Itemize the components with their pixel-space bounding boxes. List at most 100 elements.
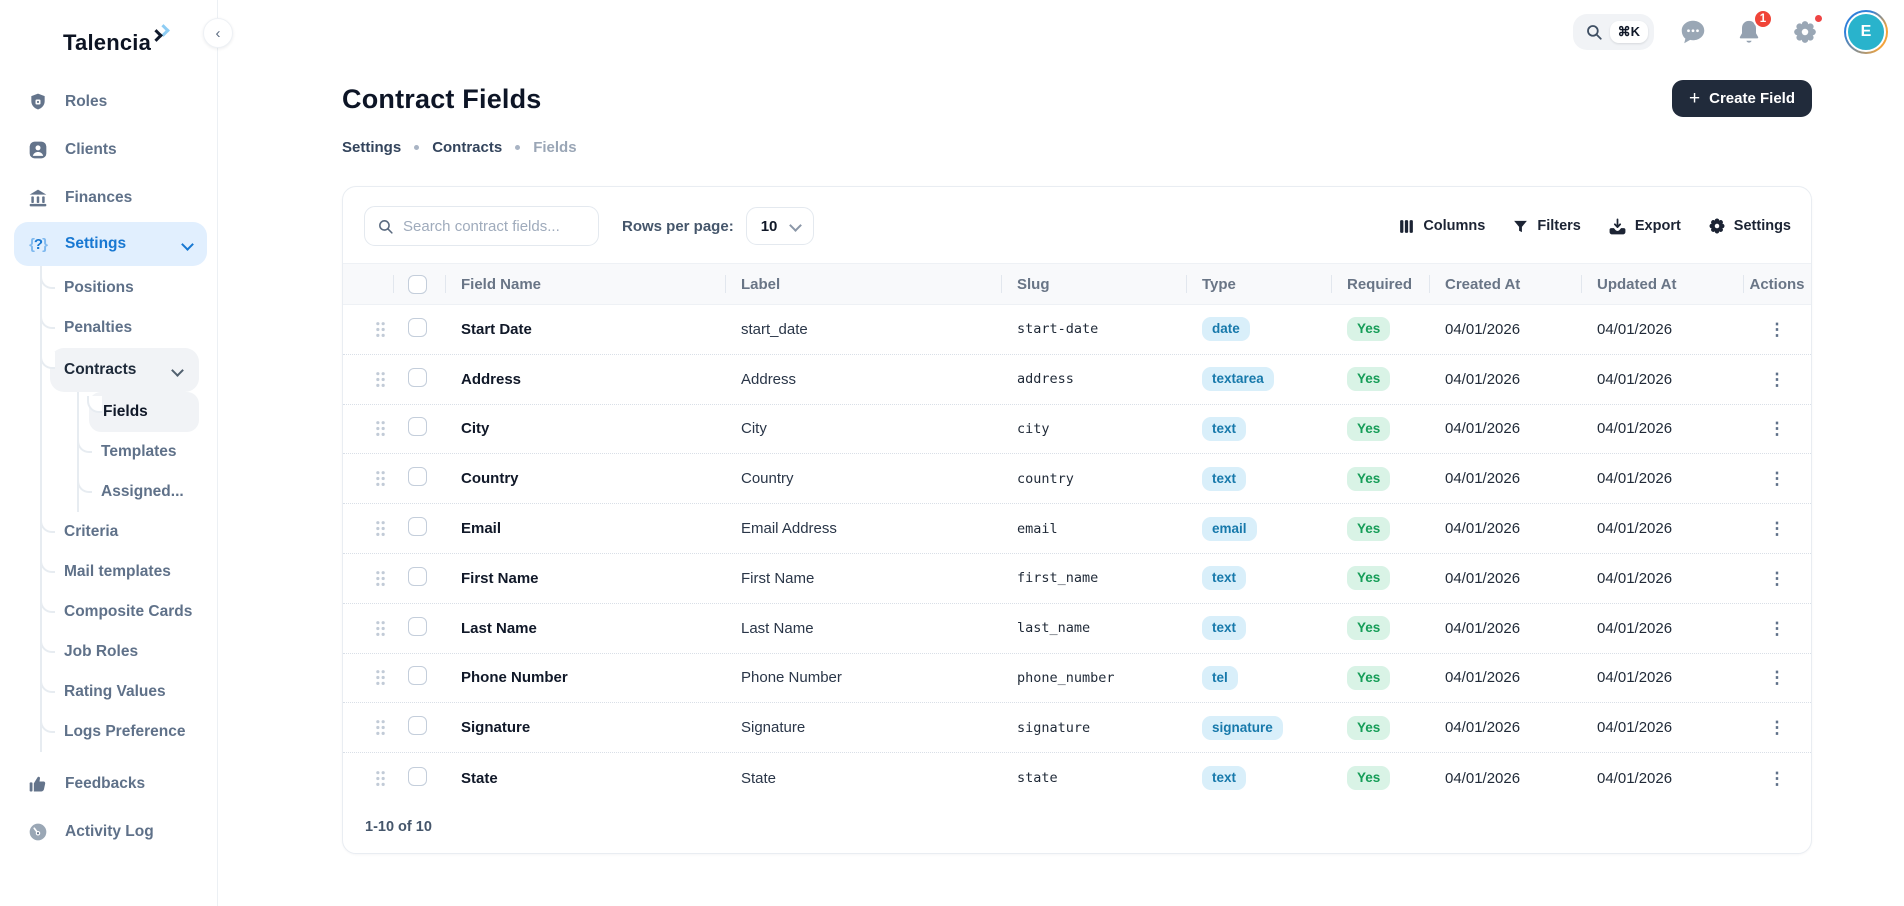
- column-header-label[interactable]: Label: [725, 264, 1001, 304]
- sidebar-item-feedbacks[interactable]: Feedbacks: [0, 760, 217, 808]
- row-select-cell: [393, 767, 445, 790]
- row-actions-button[interactable]: ⋮: [1743, 669, 1811, 686]
- sidebar-item-label: Activity Log: [65, 823, 154, 841]
- cell-field-name: State: [445, 770, 725, 787]
- column-header-updated-at[interactable]: Updated At: [1581, 264, 1743, 304]
- sidebar-item-positions[interactable]: Positions: [42, 268, 217, 308]
- breadcrumb-contracts[interactable]: Contracts: [432, 139, 502, 156]
- row-actions-button[interactable]: ⋮: [1743, 420, 1811, 437]
- sidebar-item-contracts[interactable]: Contracts: [50, 348, 199, 392]
- rows-per-page-select[interactable]: 10: [746, 207, 815, 245]
- cell-slug: first_name: [1001, 570, 1186, 586]
- sidebar-item-roles[interactable]: Roles: [0, 78, 217, 126]
- brand-logo-text: Talencia: [63, 30, 151, 55]
- search-input[interactable]: [403, 218, 586, 235]
- bank-icon: [28, 188, 48, 208]
- cell-type: tel: [1186, 666, 1331, 690]
- row-checkbox[interactable]: [408, 467, 427, 486]
- rows-per-page-label: Rows per page:: [622, 218, 734, 235]
- row-actions-button[interactable]: ⋮: [1743, 620, 1811, 637]
- table-settings-button[interactable]: Settings: [1708, 217, 1791, 235]
- sidebar-item-fields[interactable]: Fields: [89, 392, 199, 432]
- column-header-required[interactable]: Required: [1331, 264, 1429, 304]
- drag-handle[interactable]: [343, 420, 393, 437]
- row-checkbox[interactable]: [408, 767, 427, 786]
- sidebar-item-composite-cards[interactable]: Composite Cards: [42, 592, 217, 632]
- sidebar-collapse-button[interactable]: ‹: [203, 18, 233, 48]
- sidebar-item-finances[interactable]: Finances: [0, 174, 217, 222]
- cell-required: Yes: [1331, 517, 1429, 541]
- table-row: First Name First Name first_name text Ye…: [343, 554, 1811, 604]
- column-header-type[interactable]: Type: [1186, 264, 1331, 304]
- row-checkbox[interactable]: [408, 517, 427, 536]
- row-actions-button[interactable]: ⋮: [1743, 570, 1811, 587]
- type-badge: email: [1202, 517, 1257, 541]
- sidebar-item-templates[interactable]: Templates: [79, 432, 217, 472]
- cell-label: Signature: [725, 719, 1001, 736]
- thumbs-up-icon: [28, 774, 48, 794]
- row-actions-button[interactable]: ⋮: [1743, 371, 1811, 388]
- row-select-cell: [393, 467, 445, 490]
- sidebar-item-label: Rating Values: [64, 683, 166, 701]
- row-actions-button[interactable]: ⋮: [1743, 719, 1811, 736]
- row-checkbox[interactable]: [408, 666, 427, 685]
- row-checkbox[interactable]: [408, 567, 427, 586]
- drag-handle[interactable]: [343, 570, 393, 587]
- type-badge: textarea: [1202, 367, 1274, 391]
- drag-handle[interactable]: [343, 719, 393, 736]
- cell-type: text: [1186, 616, 1331, 640]
- drag-handle[interactable]: [343, 669, 393, 686]
- drag-handle[interactable]: [343, 620, 393, 637]
- row-actions-button[interactable]: ⋮: [1743, 520, 1811, 537]
- sidebar-item-mail-templates[interactable]: Mail templates: [42, 552, 217, 592]
- sidebar-item-logs-preference[interactable]: Logs Preference: [42, 712, 217, 752]
- cell-required: Yes: [1331, 417, 1429, 441]
- row-checkbox[interactable]: [408, 368, 427, 387]
- sidebar-item-criteria[interactable]: Criteria: [42, 512, 217, 552]
- row-actions-button[interactable]: ⋮: [1743, 470, 1811, 487]
- cell-type: date: [1186, 317, 1331, 341]
- column-header-field-name[interactable]: Field Name: [445, 264, 725, 304]
- sidebar-item-label: Settings: [65, 235, 126, 253]
- sidebar-item-label: Finances: [65, 189, 132, 207]
- sidebar-item-label: Contracts: [64, 361, 136, 379]
- row-actions-button[interactable]: ⋮: [1743, 321, 1811, 338]
- sidebar-item-activity-log[interactable]: Activity Log: [0, 808, 217, 856]
- sidebar-item-rating-values[interactable]: Rating Values: [42, 672, 217, 712]
- row-actions-button[interactable]: ⋮: [1743, 770, 1811, 787]
- sidebar-item-penalties[interactable]: Penalties: [42, 308, 217, 348]
- row-checkbox[interactable]: [408, 617, 427, 636]
- drag-handle[interactable]: [343, 470, 393, 487]
- drag-handle[interactable]: [343, 371, 393, 388]
- column-header-slug[interactable]: Slug: [1001, 264, 1186, 304]
- row-select-cell: [393, 417, 445, 440]
- cell-field-name: Start Date: [445, 321, 725, 338]
- cell-required: Yes: [1331, 666, 1429, 690]
- export-button[interactable]: Export: [1608, 217, 1681, 236]
- brand-logo[interactable]: Talencia: [0, 0, 217, 56]
- type-badge: text: [1202, 766, 1246, 790]
- type-badge: date: [1202, 317, 1250, 341]
- select-all-checkbox[interactable]: [408, 275, 427, 294]
- column-header-created-at[interactable]: Created At: [1429, 264, 1581, 304]
- filters-button[interactable]: Filters: [1512, 218, 1581, 235]
- sidebar-item-assigned[interactable]: Assigned...: [79, 472, 217, 512]
- drag-handle[interactable]: [343, 321, 393, 338]
- export-label: Export: [1635, 218, 1681, 234]
- columns-button[interactable]: Columns: [1398, 218, 1485, 235]
- cell-slug: signature: [1001, 720, 1186, 736]
- sidebar-item-job-roles[interactable]: Job Roles: [42, 632, 217, 672]
- cell-updated-at: 04/01/2026: [1581, 420, 1743, 437]
- create-field-button[interactable]: + Create Field: [1672, 80, 1812, 117]
- drag-handle[interactable]: [343, 770, 393, 787]
- breadcrumb-settings[interactable]: Settings: [342, 139, 401, 156]
- sidebar-item-settings[interactable]: {?} Settings: [14, 222, 207, 266]
- sidebar-item-label: Composite Cards: [64, 603, 192, 621]
- drag-handle[interactable]: [343, 520, 393, 537]
- table-search[interactable]: [364, 206, 599, 246]
- sidebar-item-label: Roles: [65, 93, 107, 111]
- sidebar-item-clients[interactable]: Clients: [0, 126, 217, 174]
- row-checkbox[interactable]: [408, 716, 427, 735]
- row-checkbox[interactable]: [408, 417, 427, 436]
- row-checkbox[interactable]: [408, 318, 427, 337]
